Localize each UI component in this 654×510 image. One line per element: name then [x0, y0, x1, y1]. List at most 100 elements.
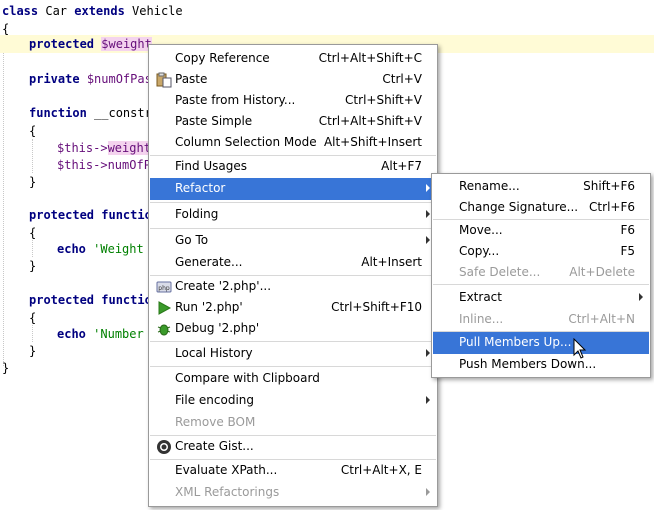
menu-item-run-2php[interactable]: Run '2.php' Ctrl+Shift+F10 — [150, 297, 436, 319]
indent-guide — [32, 325, 33, 342]
submenu-arrow-icon — [426, 488, 430, 496]
code-line: { — [29, 226, 37, 240]
menu-item-paste[interactable]: Paste Ctrl+V — [150, 69, 436, 91]
submenu-item-safe-delete: Safe Delete... Alt+Delete — [433, 262, 649, 284]
menu-item-compare-with-clipboard[interactable]: Compare with Clipboard — [150, 368, 436, 390]
submenu-arrow-icon — [426, 236, 430, 244]
menu-item-label: Column Selection Mode — [175, 135, 317, 149]
code-line: private $numOfPas — [29, 72, 152, 86]
menu-item-label: Pull Members Up... — [459, 335, 572, 349]
menu-item-folding[interactable]: Folding — [150, 204, 436, 226]
menu-item-refactor[interactable]: Refactor — [150, 178, 436, 200]
menu-item-shortcut: Shift+F6 — [583, 179, 635, 193]
menu-item-shortcut: Ctrl+V — [382, 72, 422, 86]
menu-item-label: Create '2.php'... — [175, 279, 272, 293]
menu-item-label: Compare with Clipboard — [175, 371, 320, 385]
submenu-arrow-icon — [426, 210, 430, 218]
menu-item-label: Paste — [175, 72, 208, 86]
indent-guide — [32, 240, 33, 257]
indent-guide — [32, 139, 33, 173]
menu-item-shortcut: Ctrl+Alt+Shift+C — [318, 51, 422, 65]
submenu-arrow-icon — [426, 396, 430, 404]
code-line: } — [29, 259, 37, 273]
menu-item-evaluate-xpath[interactable]: Evaluate XPath... Ctrl+Alt+X, E — [150, 460, 436, 482]
menu-item-label: File encoding — [175, 393, 254, 407]
php-file-icon: php — [156, 279, 172, 295]
code-line: { — [29, 311, 37, 325]
menu-item-label: Local History — [175, 346, 253, 360]
code-line: echo 'Weight — [57, 242, 144, 256]
submenu-item-extract[interactable]: Extract — [433, 287, 649, 309]
submenu-item-push-members-down[interactable]: Push Members Down... — [433, 354, 649, 376]
menu-item-go-to[interactable]: Go To — [150, 230, 436, 252]
submenu-item-copy[interactable]: Copy... F5 — [433, 241, 649, 263]
code-line: $this->weight — [57, 141, 151, 155]
menu-item-create-2php[interactable]: php Create '2.php'... — [150, 276, 436, 298]
menu-item-find-usages[interactable]: Find Usages Alt+F7 — [150, 156, 436, 178]
menu-item-shortcut: Ctrl+Alt+N — [568, 312, 635, 326]
menu-item-label: Rename... — [459, 179, 520, 193]
menu-item-shortcut: F5 — [620, 244, 635, 258]
menu-item-shortcut: Ctrl+Shift+F10 — [331, 300, 422, 314]
menu-item-label: Folding — [175, 207, 219, 221]
menu-item-label: Find Usages — [175, 159, 248, 173]
code-line: { — [29, 124, 37, 138]
svg-text:php: php — [158, 285, 170, 292]
submenu-item-rename[interactable]: Rename... Shift+F6 — [433, 176, 649, 198]
menu-item-paste-simple[interactable]: Paste Simple Ctrl+Alt+Shift+V — [150, 111, 436, 133]
refactor-submenu: Rename... Shift+F6 Change Signature... C… — [431, 173, 651, 378]
menu-item-xml-refactorings: XML Refactorings — [150, 482, 436, 504]
menu-item-label: Copy... — [459, 244, 500, 258]
code-line: class Car extends Vehicle — [2, 4, 183, 18]
context-menu: Copy Reference Ctrl+Alt+Shift+C Paste Ct… — [148, 44, 438, 507]
code-line: echo 'Number — [57, 327, 144, 341]
menu-item-shortcut: Alt+Shift+Insert — [323, 135, 422, 149]
run-icon — [156, 300, 172, 316]
menu-item-label: Paste Simple — [175, 114, 253, 128]
submenu-item-pull-members-up[interactable]: Pull Members Up... — [433, 332, 649, 354]
debug-icon — [156, 321, 172, 337]
code-line: } — [2, 361, 10, 375]
paste-icon — [156, 72, 172, 88]
menu-item-label: Paste from History... — [175, 93, 296, 107]
menu-item-shortcut: Ctrl+Alt+Shift+V — [318, 114, 422, 128]
menu-separator — [150, 341, 436, 342]
menu-item-create-gist[interactable]: Create Gist... — [150, 436, 436, 458]
menu-item-shortcut: F6 — [620, 223, 635, 237]
menu-item-shortcut: Ctrl+Alt+X, E — [340, 463, 422, 477]
menu-item-label: Debug '2.php' — [175, 321, 260, 335]
menu-item-label: Safe Delete... — [459, 265, 541, 279]
menu-item-debug-2php[interactable]: Debug '2.php' — [150, 318, 436, 340]
menu-item-label: Extract — [459, 290, 502, 304]
menu-separator — [150, 366, 436, 367]
menu-item-paste-from-history[interactable]: Paste from History... Ctrl+Shift+V — [150, 90, 436, 112]
menu-item-label: Inline... — [459, 312, 504, 326]
menu-item-copy-reference[interactable]: Copy Reference Ctrl+Alt+Shift+C — [150, 48, 436, 70]
menu-item-local-history[interactable]: Local History — [150, 343, 436, 365]
menu-item-label: XML Refactorings — [175, 485, 280, 499]
mouse-pointer-icon — [573, 337, 587, 360]
menu-item-shortcut: Alt+Delete — [569, 265, 635, 279]
code-line: } — [29, 344, 37, 358]
submenu-item-change-signature[interactable]: Change Signature... Ctrl+F6 — [433, 197, 649, 219]
menu-item-file-encoding[interactable]: File encoding — [150, 390, 436, 412]
menu-item-shortcut: Ctrl+Shift+V — [345, 93, 422, 107]
menu-item-generate[interactable]: Generate... Alt+Insert — [150, 252, 436, 274]
code-line: function __constr — [29, 106, 152, 120]
submenu-arrow-icon — [639, 293, 643, 301]
submenu-item-inline: Inline... Ctrl+Alt+N — [433, 309, 649, 331]
menu-item-label: Create Gist... — [175, 439, 254, 453]
menu-item-label: Refactor — [175, 181, 226, 195]
menu-item-label: Run '2.php' — [175, 300, 243, 314]
code-line: $this->numOfP — [57, 158, 151, 172]
menu-item-shortcut: Alt+Insert — [361, 255, 422, 269]
submenu-item-move[interactable]: Move... F6 — [433, 220, 649, 242]
menu-item-label: Generate... — [175, 255, 243, 269]
menu-item-label: Change Signature... — [459, 200, 579, 214]
menu-item-label: Move... — [459, 223, 503, 237]
menu-item-label: Go To — [175, 233, 209, 247]
submenu-arrow-icon — [426, 184, 430, 192]
menu-item-column-selection-mode[interactable]: Column Selection Mode Alt+Shift+Insert — [150, 132, 436, 154]
code-line: protected functio — [29, 293, 152, 307]
github-icon — [156, 439, 172, 455]
